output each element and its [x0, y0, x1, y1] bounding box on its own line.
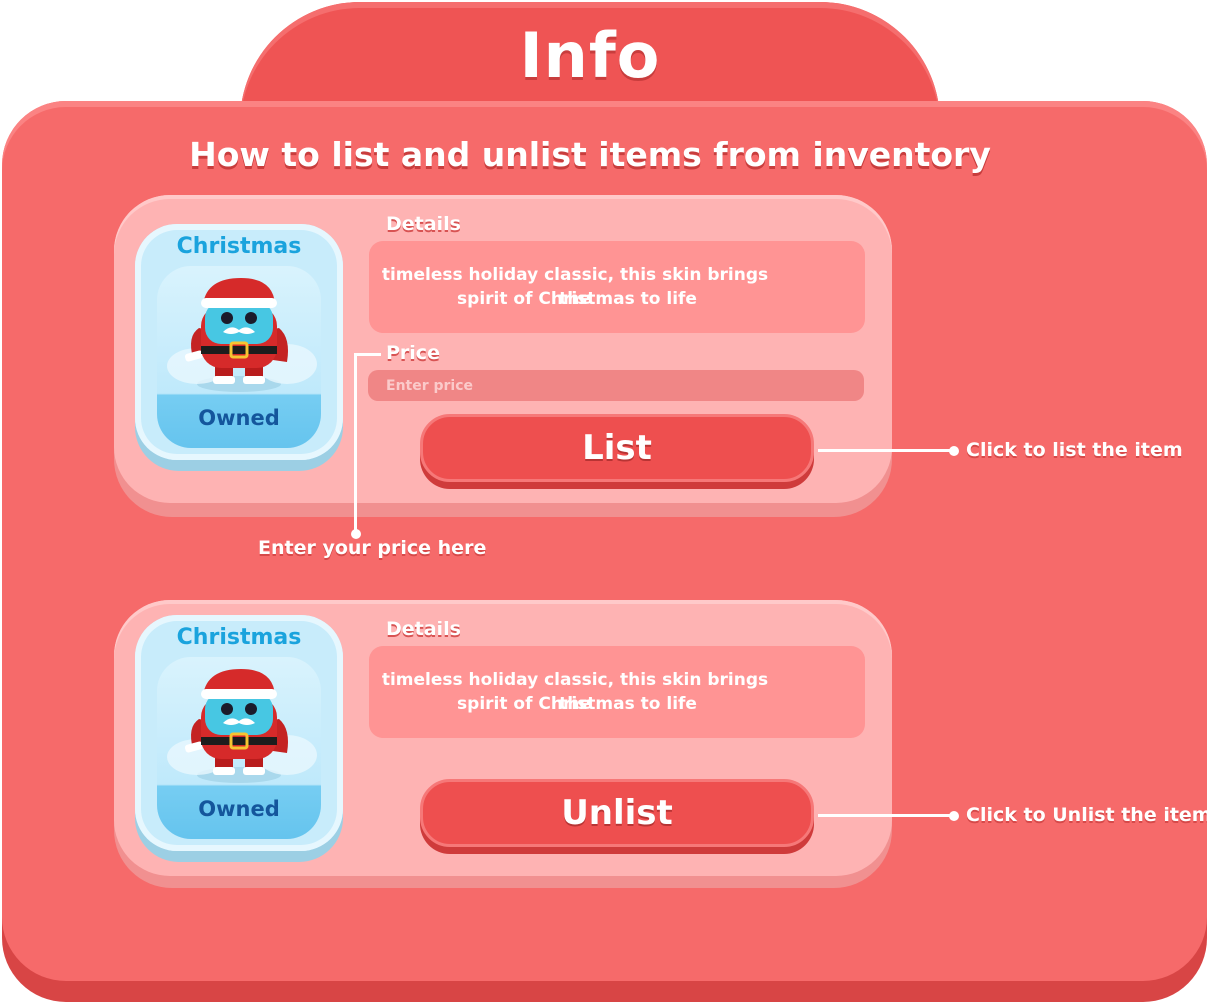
item-owned-status: Owned [198, 797, 280, 821]
item-owned-status: Owned [198, 406, 280, 430]
details-text-line2: spirit of Christmas to life [457, 289, 697, 309]
list-callout-line [818, 449, 954, 452]
item-tile[interactable]: Christmas Owned [135, 224, 343, 460]
price-callout-line-top [355, 353, 381, 356]
item-tile[interactable]: Christmas Owned [135, 615, 343, 851]
list-callout-dot [949, 446, 959, 456]
details-box: timeless holiday classic, this skin brin… [369, 241, 865, 333]
details-label: Details [386, 213, 461, 235]
item-preview: Owned [157, 657, 321, 839]
unlist-callout-text: Click to Unlist the item [966, 804, 1207, 826]
price-label: Price [386, 342, 440, 364]
list-callout-text: Click to list the item [966, 439, 1183, 461]
santa-character-icon [167, 669, 317, 783]
item-name: Christmas [176, 625, 302, 650]
page-subtitle: How to list and unlist items from invent… [189, 135, 991, 174]
unlist-button[interactable]: Unlist [420, 779, 814, 847]
page-title: Info [519, 19, 661, 92]
unlist-callout-dot [949, 811, 959, 821]
details-box: timeless holiday classic, this skin brin… [369, 646, 865, 738]
details-label: Details [386, 618, 461, 640]
price-input[interactable] [368, 370, 864, 401]
price-callout-text: Enter your price here [258, 537, 487, 559]
list-button[interactable]: List [420, 414, 814, 482]
price-callout-line [354, 353, 357, 534]
item-preview: Owned [157, 266, 321, 448]
unlist-callout-line [818, 814, 954, 817]
details-text-line2: spirit of Christmas to life [457, 694, 697, 714]
item-name: Christmas [176, 234, 302, 259]
santa-character-icon [167, 278, 317, 392]
